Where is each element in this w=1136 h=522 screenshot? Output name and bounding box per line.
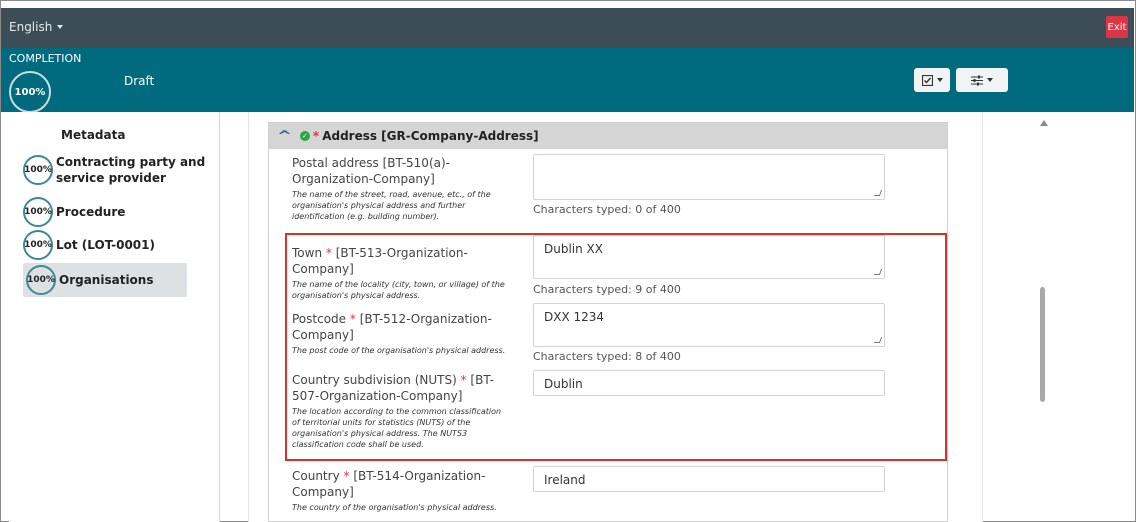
language-label: English	[9, 20, 53, 34]
section-title: Address [GR-Company-Address]	[322, 129, 539, 143]
check-square-icon	[921, 74, 933, 86]
section-header[interactable]: ^ ✓ * Address [GR-Company-Address]	[269, 123, 947, 149]
sliders-icon	[971, 75, 983, 85]
top-bar: English Exit	[1, 8, 1134, 48]
required-marker: *	[312, 129, 320, 143]
completion-label: COMPLETION	[9, 52, 82, 65]
scrollbar[interactable]	[1030, 112, 1060, 522]
caret-down-icon	[987, 78, 993, 82]
country-select[interactable]: Ireland	[533, 466, 885, 492]
exit-button[interactable]: Exit	[1106, 16, 1128, 38]
sidebar-item-organisations[interactable]: 100% Organisations	[23, 263, 187, 297]
field-help: The name of the street, road, avenue, et…	[292, 190, 491, 221]
caret-down-icon	[936, 78, 943, 82]
sidebar-item-procedure[interactable]: 100% Procedure	[23, 197, 125, 227]
sidebar-metadata[interactable]: Metadata	[61, 128, 125, 142]
field-label-text: Postal address [BT-510(a)-Organization-C…	[292, 156, 450, 186]
sidebar-item-label: Procedure	[56, 205, 126, 219]
check-circle-icon: ✓	[299, 131, 310, 141]
sidebar-item-contracting-party[interactable]: 100% Contracting party and service provi…	[23, 154, 205, 186]
address-section: ^ ✓ * Address [GR-Company-Address] Posta…	[268, 122, 948, 522]
scrollbar-thumb[interactable]	[1040, 287, 1045, 402]
sidebar-item-lot[interactable]: 100% Lot (LOT-0001)	[23, 230, 155, 260]
completion-bar: COMPLETION 100% Draft	[1, 48, 1134, 113]
char-counter: Characters typed: 0 of 400	[533, 203, 681, 216]
sidebar-item-label: Lot (LOT-0001)	[56, 238, 155, 252]
resize-grip-icon[interactable]	[873, 190, 883, 196]
language-selector[interactable]: English	[9, 20, 64, 34]
validate-menu-button[interactable]	[914, 68, 950, 92]
required-marker: *	[343, 469, 350, 483]
sidebar: Metadata 100% Contracting party and serv…	[9, 112, 220, 522]
progress-circle: 100%	[23, 197, 53, 227]
chevron-up-icon[interactable]: ^	[277, 129, 292, 144]
field-label-text: Country	[292, 469, 340, 483]
country-label: Country * [BT-514-Organization-Company] …	[292, 468, 507, 513]
caret-down-icon	[57, 25, 64, 29]
progress-circle: 100%	[26, 265, 56, 295]
scroll-up-icon[interactable]	[1040, 120, 1048, 126]
postal-address-label: Postal address [BT-510(a)-Organization-C…	[292, 155, 507, 222]
notice-status: Draft	[124, 74, 155, 88]
form-panel: ^ ✓ * Address [GR-Company-Address] Posta…	[248, 112, 983, 522]
settings-menu-button[interactable]	[956, 68, 1008, 92]
field-value: Ireland	[544, 473, 586, 487]
sidebar-item-label: service provider	[56, 171, 166, 185]
sidebar-item-label: Contracting party and	[56, 155, 206, 169]
postal-address-textarea[interactable]	[533, 154, 885, 200]
sidebar-item-label: Organisations	[59, 273, 154, 287]
progress-circle: 100%	[23, 155, 53, 185]
highlight-box	[285, 233, 947, 461]
progress-circle: 100%	[23, 230, 53, 260]
field-help: The country of the organisation's physic…	[292, 503, 497, 512]
completion-progress-circle: 100%	[9, 71, 51, 113]
